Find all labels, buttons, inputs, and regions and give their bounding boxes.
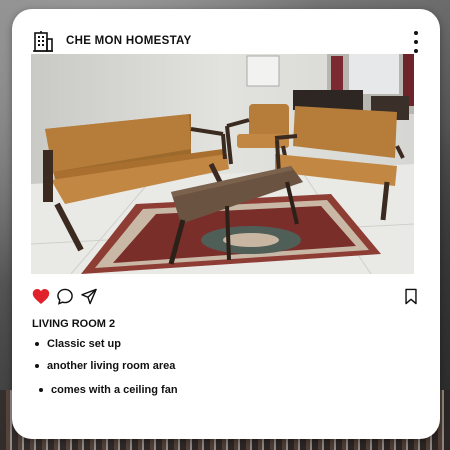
post-image[interactable] <box>31 54 414 274</box>
more-vertical-icon[interactable] <box>410 31 422 53</box>
share-icon[interactable] <box>80 288 98 310</box>
caption-list: Classic set up another living room area … <box>32 336 178 404</box>
bookmark-icon[interactable] <box>404 288 418 310</box>
comment-icon[interactable] <box>56 288 74 310</box>
list-item: comes with a ceiling fan <box>32 382 178 404</box>
list-item: Classic set up <box>32 336 178 358</box>
post-actions <box>32 288 418 308</box>
heart-icon[interactable] <box>32 288 50 310</box>
account-name[interactable]: CHE MON HOMESTAY <box>66 35 192 47</box>
caption-title: LIVING ROOM 2 <box>32 318 116 330</box>
list-item: another living room area <box>32 358 178 380</box>
building-icon[interactable] <box>30 28 56 54</box>
post-card: CHE MON HOMESTAY LIVING ROOM 2 Classic s… <box>12 9 440 439</box>
